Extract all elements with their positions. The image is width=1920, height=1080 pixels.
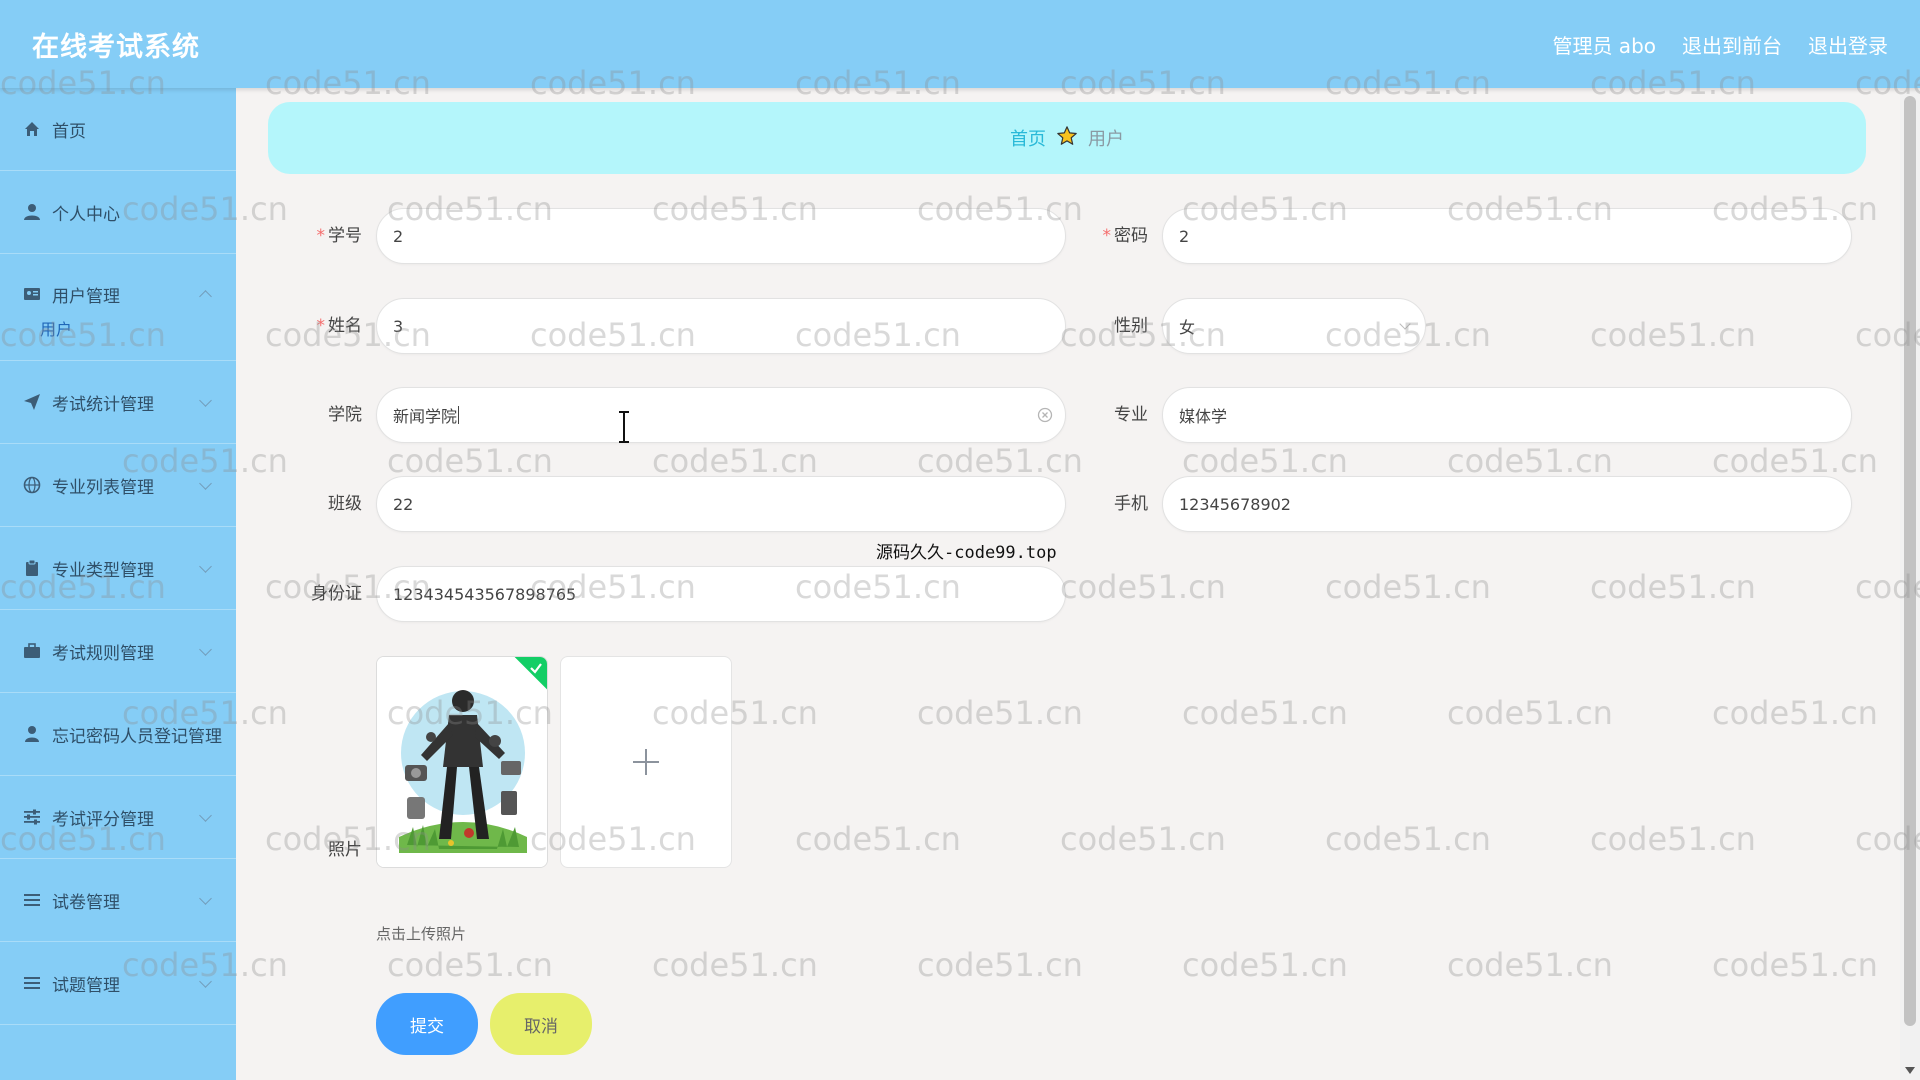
person-icon <box>22 724 42 744</box>
chevron-down-icon <box>199 477 212 490</box>
sidebar-item-label: 用户管理 <box>52 286 120 307</box>
sidebar-item-label: 首页 <box>52 121 86 142</box>
sidebar: 首页 个人中心 用户管理 用户 考试统计管理 专业列表管理 专业类型管理 考试规… <box>0 88 236 1080</box>
chevron-down-icon <box>199 975 212 988</box>
chevron-down-icon <box>199 809 212 822</box>
scroll-down-arrow-icon[interactable] <box>1905 1067 1915 1074</box>
sidebar-item-exam-rules[interactable]: 考试规则管理 <box>0 610 236 693</box>
admin-user-label[interactable]: 管理员 abo <box>1552 30 1656 59</box>
overlay-source-text: 源码久久-code99.top <box>876 543 1057 563</box>
gender-select[interactable]: 女 <box>1162 298 1426 354</box>
sidebar-item-label: 个人中心 <box>52 204 120 225</box>
chevron-down-icon <box>199 394 212 407</box>
sidebar-item-major-type[interactable]: 专业类型管理 <box>0 527 236 610</box>
college-input[interactable]: 新闻学院 <box>376 387 1066 443</box>
required-mark: * <box>316 226 326 246</box>
class-input[interactable]: 22 <box>376 476 1066 532</box>
major-input[interactable]: 媒体学 <box>1162 387 1852 443</box>
logout-link[interactable]: 退出登录 <box>1808 30 1888 59</box>
cancel-button[interactable]: 取消 <box>490 993 592 1055</box>
sidebar-item-label: 试题管理 <box>52 975 120 996</box>
student-id-label: * 学号 <box>316 226 363 246</box>
password-input[interactable]: 2 <box>1162 208 1852 264</box>
chevron-down-icon <box>1399 318 1411 330</box>
upload-hint: 点击上传照片 <box>376 925 467 943</box>
photo-image <box>377 657 547 867</box>
id-card-input[interactable]: 123434543567898765 <box>376 566 1066 622</box>
clipboard-icon <box>22 558 42 578</box>
back-to-front-link[interactable]: 退出到前台 <box>1682 30 1782 59</box>
add-photo-button[interactable] <box>560 656 732 868</box>
phone-label: 手机 <box>1114 494 1148 514</box>
chevron-down-icon <box>199 892 212 905</box>
sidebar-item-forgot-password[interactable]: 忘记密码人员登记管理 <box>0 693 236 776</box>
required-mark: * <box>316 316 326 336</box>
sidebar-item-personal-center[interactable]: 个人中心 <box>0 171 236 254</box>
mouse-ibeam-cursor <box>617 410 631 448</box>
plus-icon <box>633 749 659 775</box>
list-icon <box>22 890 42 910</box>
breadcrumb-current: 用户 <box>1088 129 1124 150</box>
submit-button[interactable]: 提交 <box>376 993 478 1055</box>
student-id-input[interactable]: 2 <box>376 208 1066 264</box>
star-icon <box>1056 125 1078 152</box>
check-icon <box>530 663 542 674</box>
sidebar-item-label: 忘记密码人员登记管理 <box>52 726 222 747</box>
sidebar-item-label: 专业列表管理 <box>52 477 154 498</box>
app-title: 在线考试系统 <box>32 31 200 63</box>
breadcrumb: 首页 用户 <box>268 102 1866 174</box>
sidebar-item-question-management[interactable]: 试题管理 <box>0 942 236 1025</box>
send-icon <box>22 392 42 412</box>
required-mark: * <box>1102 226 1112 246</box>
chevron-up-icon <box>199 290 212 303</box>
name-input[interactable]: 3 <box>376 298 1066 354</box>
college-label: 学院 <box>328 405 362 425</box>
sidebar-item-user-management[interactable]: 用户管理 <box>0 254 236 334</box>
top-header: 在线考试系统 管理员 abo 退出到前台 退出登录 <box>0 0 1920 88</box>
gender-label: 性别 <box>1114 316 1148 336</box>
major-label: 专业 <box>1114 405 1148 425</box>
sidebar-group-user-management: 用户管理 用户 <box>0 254 236 361</box>
sidebar-item-exam-scoring[interactable]: 考试评分管理 <box>0 776 236 859</box>
photo-label: 照片 <box>328 840 362 860</box>
sidebar-item-label: 试卷管理 <box>52 892 120 913</box>
chevron-down-icon <box>199 643 212 656</box>
phone-input[interactable]: 12345678902 <box>1162 476 1852 532</box>
sidebar-item-label: 考试评分管理 <box>52 809 154 830</box>
id-card-icon <box>22 284 42 304</box>
scrollbar-thumb[interactable] <box>1904 96 1916 1026</box>
sidebar-item-home[interactable]: 首页 <box>0 88 236 171</box>
breadcrumb-home[interactable]: 首页 <box>1010 125 1046 151</box>
sidebar-item-label: 考试规则管理 <box>52 643 154 664</box>
briefcase-icon <box>22 641 42 661</box>
sliders-icon <box>22 807 42 827</box>
header-actions: 管理员 abo 退出到前台 退出登录 <box>1552 30 1888 59</box>
id-card-label: 身份证 <box>311 584 362 604</box>
sidebar-item-exam-stats[interactable]: 考试统计管理 <box>0 361 236 444</box>
class-label: 班级 <box>328 494 362 514</box>
name-label: * 姓名 <box>316 316 363 336</box>
list-icon <box>22 973 42 993</box>
text-cursor <box>458 406 460 424</box>
chevron-down-icon <box>199 560 212 573</box>
sidebar-item-label: 专业类型管理 <box>52 560 154 581</box>
globe-icon <box>22 475 42 495</box>
sidebar-item-major-list[interactable]: 专业列表管理 <box>0 444 236 527</box>
sidebar-item-label: 考试统计管理 <box>52 394 154 415</box>
user-icon <box>22 202 42 222</box>
main-content: 首页 用户 * 学号 2 * 密码 2 * 姓名 3 性别 女 学院 新闻学院 专业 … <box>236 88 1900 1080</box>
home-icon <box>22 119 42 139</box>
password-label: * 密码 <box>1102 226 1149 246</box>
uploaded-photo[interactable] <box>376 656 548 868</box>
sidebar-item-paper-management[interactable]: 试卷管理 <box>0 859 236 942</box>
